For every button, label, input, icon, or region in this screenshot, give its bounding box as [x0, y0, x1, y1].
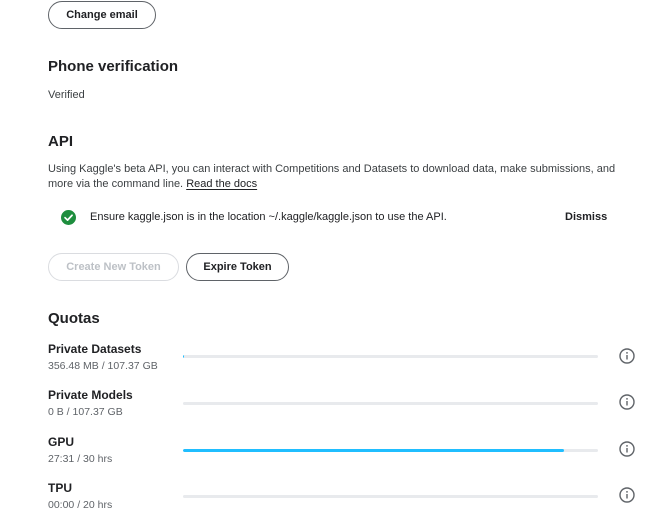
api-title: API [48, 133, 74, 150]
quota-progress-fill [183, 449, 564, 452]
phone-verification-status: Verified [48, 89, 85, 101]
api-description-text: Using Kaggle's beta API, you can interac… [48, 163, 616, 190]
create-new-token-button[interactable]: Create New Token [48, 253, 179, 281]
info-icon[interactable] [619, 394, 635, 410]
quota-progress-bar [183, 449, 598, 452]
quota-usage: 27:31 / 30 hrs [48, 453, 113, 465]
quota-usage: 0 B / 107.37 GB [48, 406, 123, 418]
quota-usage: 356.48 MB / 107.37 GB [48, 360, 158, 372]
quotas-title: Quotas [48, 310, 100, 327]
quota-progress-fill [183, 355, 185, 358]
info-icon[interactable] [619, 441, 635, 457]
quota-progress-bar [183, 355, 598, 358]
quota-usage: 00:00 / 20 hrs [48, 499, 113, 511]
expire-token-button[interactable]: Expire Token [186, 253, 289, 281]
quota-progress-bar [183, 495, 598, 498]
quota-name: GPU [48, 435, 75, 449]
api-description: Using Kaggle's beta API, you can interac… [48, 162, 633, 192]
check-circle-icon [61, 210, 76, 225]
change-email-button[interactable]: Change email [48, 1, 156, 29]
quota-name: Private Models [48, 388, 133, 402]
info-icon[interactable] [619, 348, 635, 364]
read-docs-link[interactable]: Read the docs [186, 178, 257, 190]
account-settings-page: Change email Phone verification Verified… [0, 0, 651, 530]
quota-progress-bar [183, 402, 598, 405]
dismiss-button[interactable]: Dismiss [565, 211, 607, 223]
quota-name: Private Datasets [48, 342, 142, 356]
api-notice-text: Ensure kaggle.json is in the location ~/… [90, 211, 447, 223]
info-icon[interactable] [619, 487, 635, 503]
phone-verification-title: Phone verification [48, 58, 179, 75]
quota-name: TPU [48, 481, 72, 495]
